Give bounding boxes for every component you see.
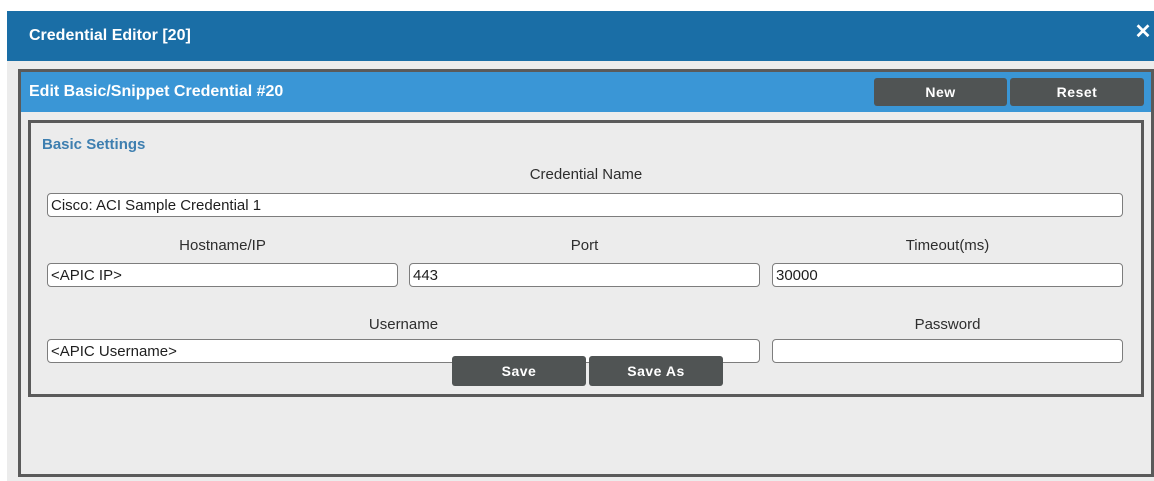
window-titlebar: Credential Editor [20] ✕ [7, 11, 1154, 61]
hostname-label: Hostname/IP [179, 237, 266, 254]
reset-button[interactable]: Reset [1010, 78, 1144, 106]
credential-editor-window: Credential Editor [20] ✕ Edit Basic/Snip… [7, 11, 1154, 481]
username-label: Username [368, 316, 439, 333]
edit-credential-panel: Edit Basic/Snippet Credential #20 New Re… [18, 69, 1154, 477]
save-button[interactable]: Save [452, 356, 586, 386]
panel-header: Edit Basic/Snippet Credential #20 New Re… [21, 72, 1151, 112]
port-input[interactable] [409, 263, 760, 287]
password-label: Password [914, 316, 981, 333]
close-icon[interactable]: ✕ [1132, 21, 1154, 43]
save-as-button[interactable]: Save As [589, 356, 723, 386]
timeout-input[interactable] [772, 263, 1123, 287]
timeout-label: Timeout(ms) [905, 237, 990, 254]
hostname-input[interactable] [47, 263, 398, 287]
port-label: Port [570, 237, 599, 254]
credential-name-label: Credential Name [529, 166, 643, 183]
new-button[interactable]: New [874, 78, 1007, 106]
credential-name-input[interactable] [47, 193, 1123, 217]
window-title: Credential Editor [20] [29, 27, 191, 44]
section-title: Basic Settings [42, 136, 146, 153]
password-input[interactable] [772, 339, 1123, 363]
basic-settings-section: Basic Settings Credential Name Hostname/… [28, 120, 1144, 397]
panel-title: Edit Basic/Snippet Credential #20 [29, 83, 284, 100]
